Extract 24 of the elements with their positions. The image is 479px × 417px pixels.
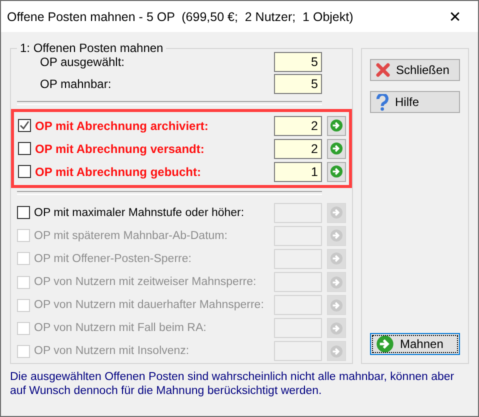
option-label: OP von Nutzern mit dauerhafter Mahnsperre:: [34, 299, 265, 312]
option-label: OP mit späterem Mahnbar-Ab-Datum:: [34, 230, 228, 242]
remind-button[interactable]: Mahnen: [370, 333, 460, 355]
group-legend: 1: Offenen Posten mahnen: [17, 41, 166, 55]
option-label: OP mit Offener-Posten-Sperre:: [34, 252, 192, 265]
window-title: Offene Posten mahnen - 5 OP (699,50 €; 2 Nutzer; 1 Objekt): [7, 10, 354, 24]
option-label: OP von Nutzern mit Fall beim RA:: [34, 322, 208, 334]
count-field: 2: [274, 138, 322, 159]
close-button[interactable]: ✕: [432, 1, 478, 32]
count-label: OP mahnbar:: [40, 77, 112, 92]
option-label: OP mit Abrechnung versandt:: [35, 142, 206, 156]
count-field: 1: [274, 162, 322, 182]
close-button[interactable]: Schließen: [370, 59, 460, 81]
option-label: OP von Nutzern mit Insolvenz:: [34, 345, 190, 358]
count-field: 5: [274, 52, 322, 72]
count-field: 2: [274, 116, 322, 136]
count-label: OP ausgewählt:: [40, 55, 126, 70]
info-text: Die ausgewählten Offenen Posten sind wahrscheinlich nicht alle mahnbar, können aber auf Wunsch dennoch für die Mahnung berücksichtigt werden.: [10, 370, 456, 398]
option-label: OP mit Abrechnung gebucht:: [35, 164, 202, 179]
option-label: OP mit maximaler Mahnstufe oder höher:: [34, 206, 246, 219]
count-field: 5: [274, 74, 322, 94]
option-label: OP mit Abrechnung archiviert:: [35, 118, 210, 133]
option-label: OP von Nutzern mit zeitweiser Mahnsperre:: [34, 276, 258, 288]
help-button[interactable]: Hilfe: [370, 91, 460, 113]
